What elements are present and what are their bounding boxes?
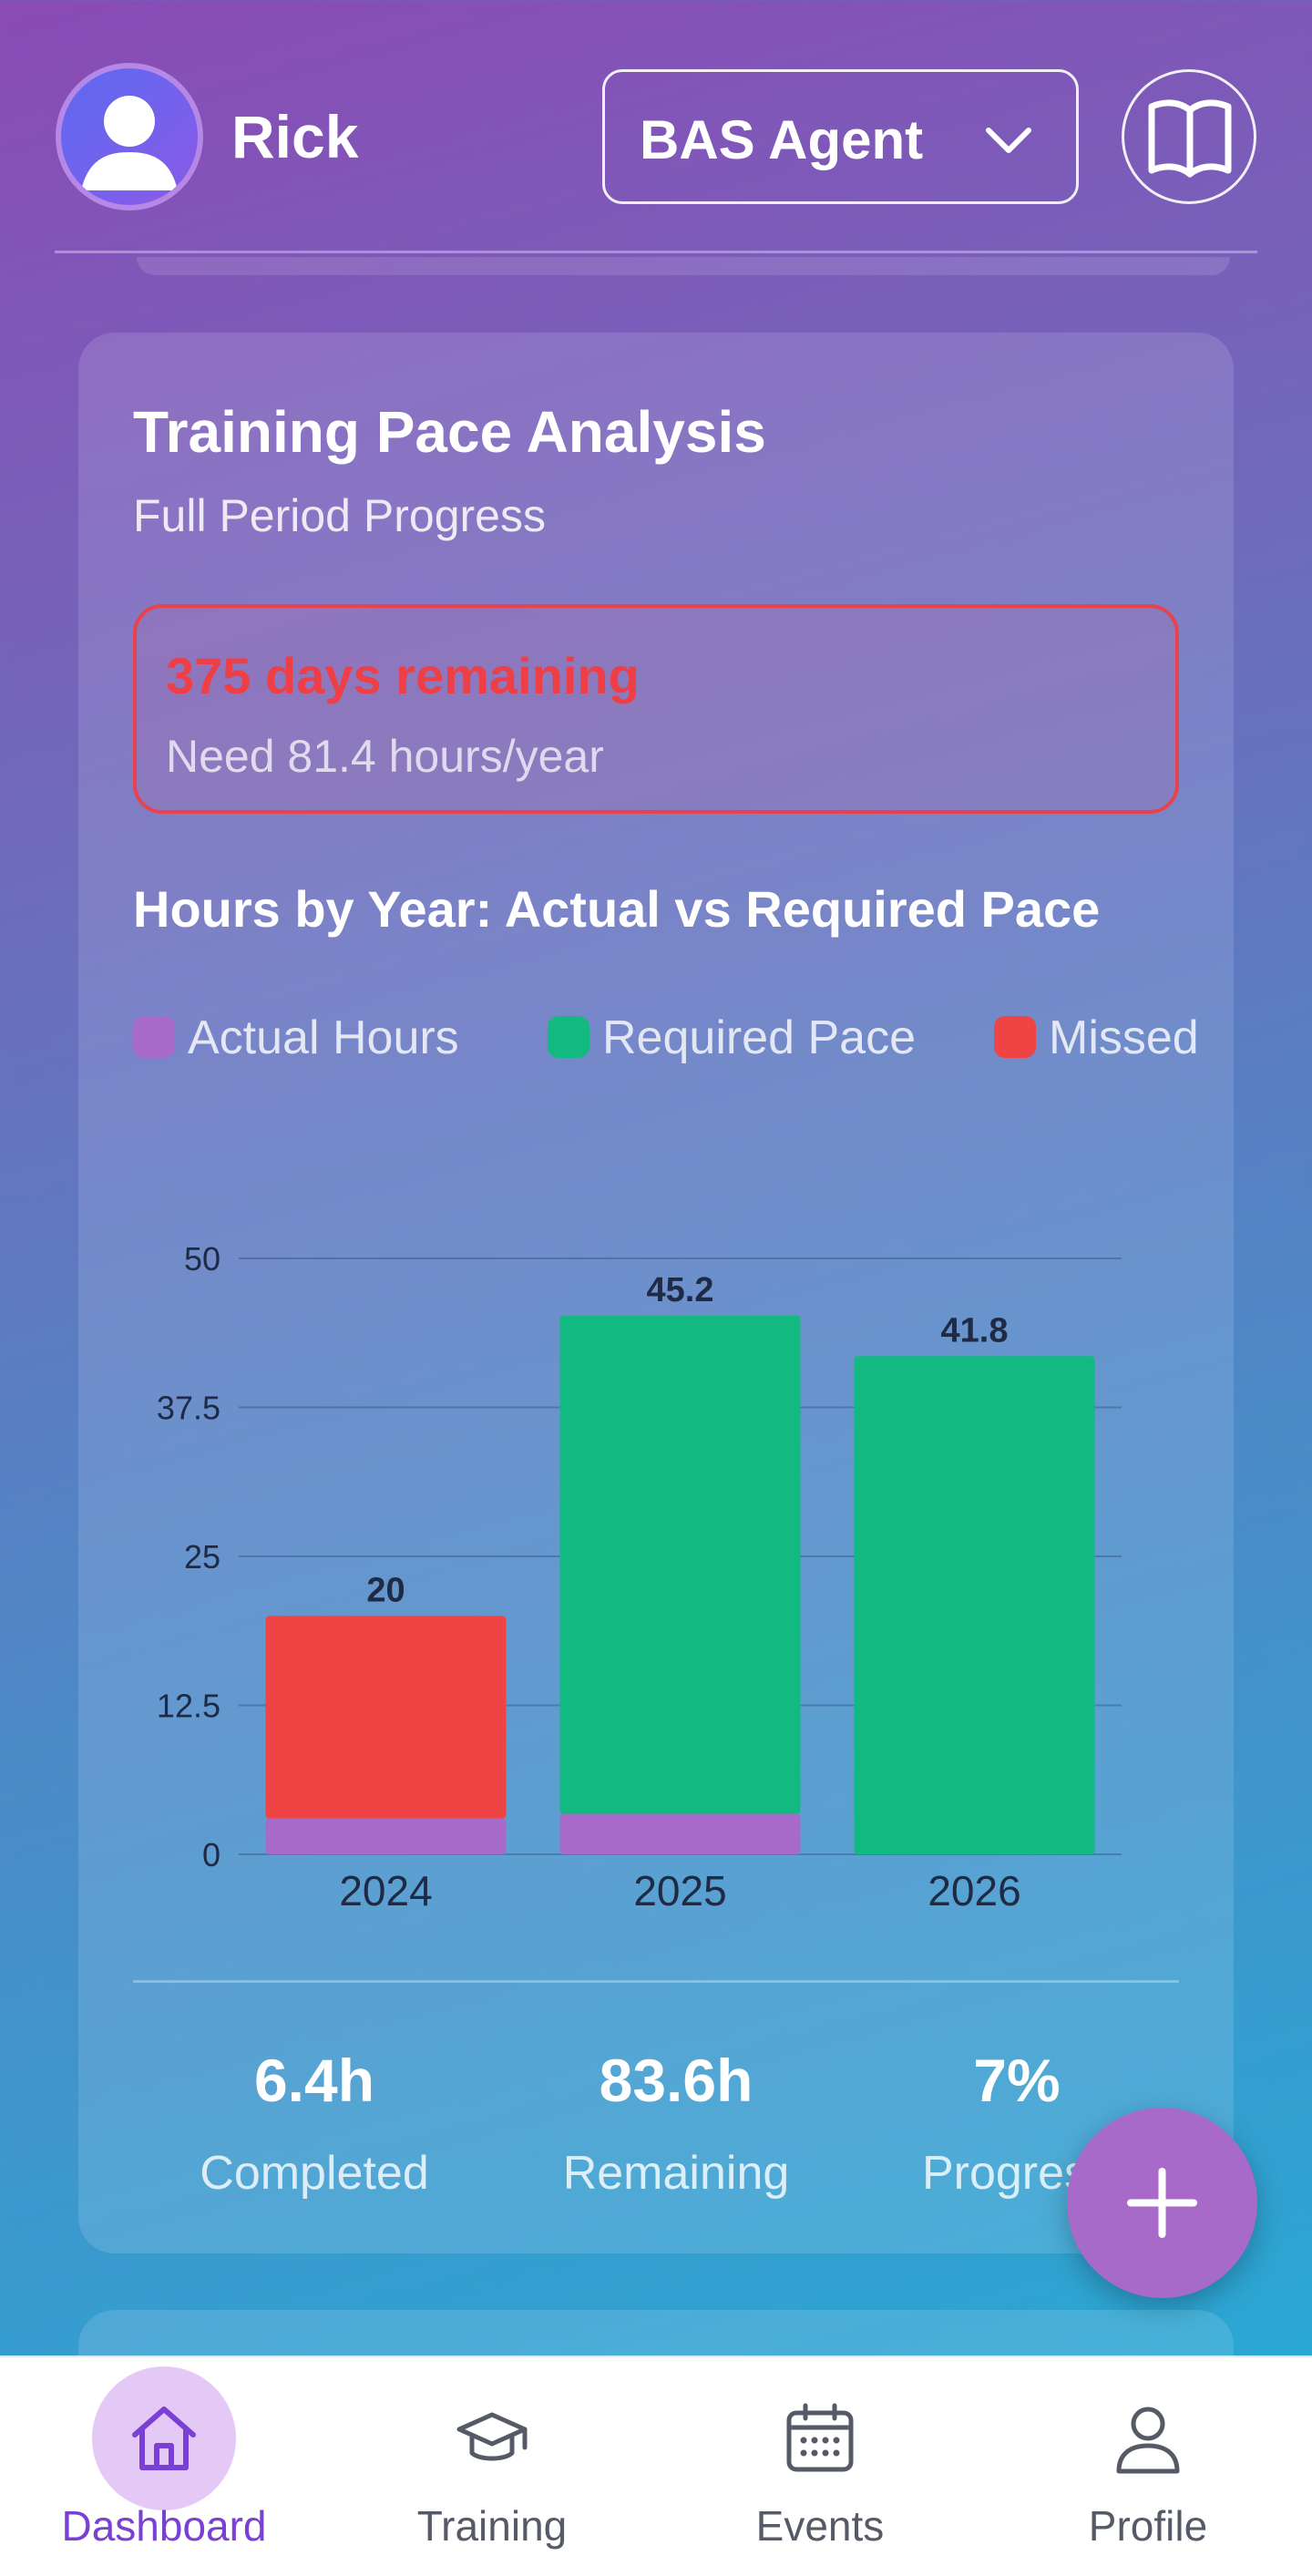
- y-tick-label: 50: [184, 1240, 220, 1278]
- training-pace-card: Training Pace Analysis Full Period Progr…: [78, 333, 1234, 2253]
- book-button[interactable]: [1122, 69, 1256, 204]
- nav-icon-wrap-profile: [1076, 2366, 1220, 2510]
- legend-swatch-required: [548, 1016, 589, 1058]
- nav-label-dashboard: Dashboard: [61, 2502, 267, 2550]
- plus-icon: [1127, 2168, 1197, 2238]
- bar-missed: [265, 1616, 507, 1819]
- legend-label-actual: Actual Hours: [188, 1011, 459, 1064]
- nav-item-dashboard[interactable]: Dashboard: [0, 2357, 328, 2576]
- y-tick-label: 0: [202, 1836, 220, 1873]
- app-header: Rick BAS Agent: [0, 0, 1312, 275]
- stats-divider: [133, 1980, 1179, 1983]
- stat-completed-value: 6.4h: [253, 2047, 375, 2114]
- bar-required-pace: [854, 1356, 1095, 1854]
- add-button[interactable]: [1067, 2108, 1257, 2298]
- stat-completed-label: Completed: [200, 2147, 429, 2200]
- header-divider: [55, 251, 1257, 253]
- nav-icon-wrap-training: [420, 2366, 564, 2510]
- username: Rick: [231, 103, 359, 170]
- x-tick-label: 2024: [339, 1867, 432, 1914]
- bar-value-label: 41.8: [941, 1311, 1009, 1350]
- stat-progress-value: 7%: [973, 2047, 1061, 2114]
- previous-card-edge: [137, 257, 1230, 275]
- stat-completed: 6.4h Completed: [141, 2046, 487, 2201]
- card-subtitle: Full Period Progress: [133, 490, 546, 541]
- nav-active-indicator: [92, 2366, 236, 2510]
- graduation-cap-icon: [456, 2412, 528, 2461]
- nav-item-profile[interactable]: Profile: [984, 2357, 1312, 2576]
- stat-remaining-label: Remaining: [562, 2147, 790, 2200]
- bar-value-label: 20: [366, 1571, 405, 1609]
- agent-select-value: BAS Agent: [640, 109, 924, 170]
- y-tick-label: 12.5: [157, 1688, 220, 1725]
- user-avatar-icon[interactable]: [56, 63, 203, 210]
- hours-by-year-chart: 0 12.5 25 37.5 50 20 2024 45.2 2025 41.8 2026: [157, 1240, 1122, 1914]
- agent-select[interactable]: BAS Agent: [602, 69, 1079, 204]
- nav-label-events: Events: [755, 2502, 885, 2550]
- chart-title: Hours by Year: Actual vs Required Pace: [133, 880, 1101, 938]
- book-open-icon: [1148, 99, 1232, 178]
- x-tick-label: 2025: [633, 1867, 726, 1914]
- nav-label-profile: Profile: [1088, 2502, 1208, 2550]
- bar-value-label: 45.2: [647, 1271, 714, 1309]
- nav-icon-wrap-events: [748, 2366, 892, 2510]
- chevron-down-icon: [986, 128, 1031, 153]
- y-tick-label: 37.5: [157, 1390, 220, 1427]
- calendar-icon: [786, 2403, 854, 2472]
- bar-actual-hours: [265, 1818, 507, 1854]
- deadline-alert: 375 days remaining Need 81.4 hours/year: [133, 604, 1179, 814]
- days-remaining-text: 375 days remaining: [166, 647, 640, 704]
- legend-label-missed: Missed: [1049, 1011, 1199, 1064]
- chart-legend: Actual Hours Required Pace Missed: [133, 1007, 1226, 1071]
- stat-remaining-value: 83.6h: [599, 2047, 753, 2114]
- card-title: Training Pace Analysis: [133, 399, 766, 465]
- bar-actual-hours: [559, 1813, 801, 1854]
- person-icon: [1116, 2407, 1180, 2474]
- legend-label-required: Required Pace: [602, 1011, 916, 1064]
- nav-label-training: Training: [416, 2502, 568, 2550]
- legend-swatch-actual: [133, 1016, 175, 1058]
- home-icon: [132, 2407, 196, 2470]
- bar-required-pace: [559, 1315, 801, 1814]
- x-tick-label: 2026: [928, 1867, 1020, 1914]
- legend-swatch-missed: [994, 1016, 1036, 1058]
- nav-item-events[interactable]: Events: [656, 2357, 984, 2576]
- y-tick-label: 25: [184, 1538, 220, 1575]
- required-rate-text: Need 81.4 hours/year: [166, 731, 604, 782]
- bottom-nav: Dashboard Training Events Profile: [0, 2355, 1312, 2576]
- stat-remaining: 83.6h Remaining: [503, 2046, 849, 2201]
- nav-item-training[interactable]: Training: [328, 2357, 656, 2576]
